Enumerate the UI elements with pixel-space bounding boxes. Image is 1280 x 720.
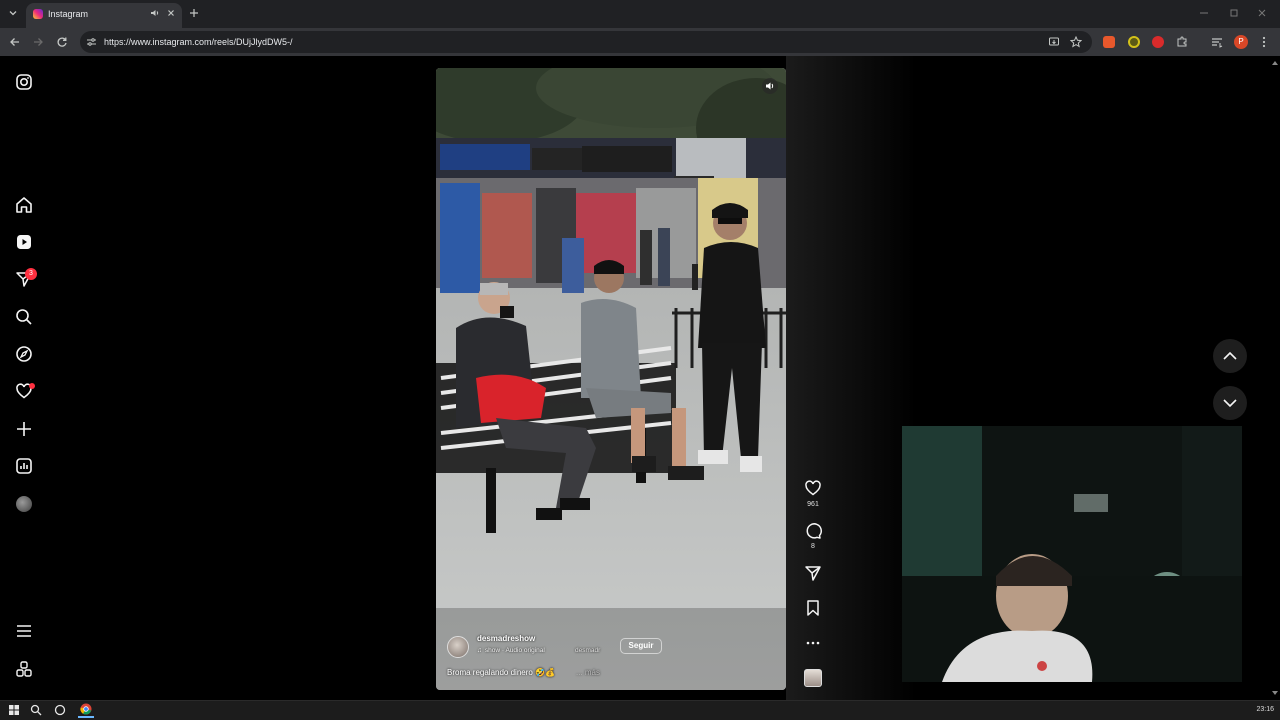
profile-avatar[interactable] [16, 496, 32, 512]
next-reel-button[interactable] [1213, 386, 1247, 420]
mute-toggle-button[interactable] [762, 78, 778, 94]
share-button[interactable] [803, 563, 823, 583]
comment-icon [806, 523, 822, 539]
search-icon[interactable] [14, 307, 34, 327]
minimize-window-icon[interactable] [1198, 8, 1210, 18]
volume-icon [766, 82, 774, 90]
restore-window-icon[interactable] [1228, 8, 1240, 18]
audio-tag[interactable]: desmadr [575, 647, 600, 654]
page-scrollbar[interactable] [1270, 56, 1280, 700]
author-avatar[interactable] [447, 636, 469, 658]
follow-button[interactable]: Seguir [620, 638, 662, 654]
tab-title: Instagram [48, 9, 89, 19]
reel-video[interactable] [436, 68, 786, 690]
start-menu-icon[interactable] [8, 704, 20, 716]
audio-info[interactable]: ♫ show · Audio original [477, 647, 545, 654]
scroll-down-arrow-icon[interactable] [1271, 690, 1279, 696]
os-taskbar [0, 700, 1280, 720]
tab-media-icon[interactable] [1211, 36, 1223, 48]
tab-audio-icon[interactable] [150, 8, 160, 18]
ellipsis-icon [806, 641, 820, 645]
notifications-dot [29, 383, 35, 389]
webcam-overlay [902, 426, 1242, 682]
reel-caption: Broma regalando dinero 🤣💰 [447, 668, 555, 677]
music-note-icon: ♫ [477, 647, 482, 654]
save-button[interactable] [803, 598, 823, 618]
like-button[interactable] [803, 478, 823, 498]
extension-badge-icon[interactable] [1128, 36, 1140, 48]
more-options-button[interactable] [803, 633, 823, 653]
previous-reel-button[interactable] [1213, 339, 1247, 373]
new-tab-icon[interactable] [189, 8, 199, 18]
more-menu-icon[interactable] [14, 621, 34, 641]
dashboard-icon[interactable] [14, 456, 34, 476]
heart-icon [805, 480, 821, 496]
home-icon[interactable] [14, 195, 34, 215]
explore-icon[interactable] [14, 344, 34, 364]
extensions-puzzle-icon[interactable] [1176, 36, 1188, 48]
chevron-up-icon [1223, 351, 1237, 360]
reload-icon[interactable] [56, 36, 68, 48]
back-icon[interactable] [9, 36, 21, 48]
task-view-icon[interactable] [54, 704, 66, 716]
forward-icon[interactable] [32, 36, 44, 48]
browser-menu-icon[interactable] [1260, 36, 1268, 48]
profile-avatar-button[interactable]: P [1234, 35, 1248, 49]
chrome-icon [80, 703, 92, 715]
send-icon [805, 566, 821, 581]
sidebar-nav: 3 [0, 56, 48, 700]
webcam-feed [902, 426, 1242, 682]
install-app-icon[interactable] [1048, 36, 1060, 48]
threads-icon[interactable] [14, 659, 34, 679]
create-icon[interactable] [14, 419, 34, 439]
instagram-favicon-icon [33, 9, 43, 19]
extension-fox-icon[interactable] [1103, 36, 1115, 48]
site-info-icon[interactable] [86, 37, 97, 47]
messages-badge: 3 [25, 268, 37, 280]
reels-icon[interactable] [14, 232, 34, 252]
audio-label: show · Audio original [484, 647, 545, 654]
system-clock[interactable]: 23:16 [1256, 706, 1274, 713]
comment-count: 8 [811, 543, 815, 550]
tab-close-icon[interactable] [166, 8, 176, 18]
chevron-down-icon [1223, 399, 1237, 408]
bookmark-star-icon[interactable] [1070, 36, 1082, 48]
bookmark-icon [807, 600, 819, 616]
comment-button[interactable] [803, 521, 823, 541]
scroll-up-arrow-icon[interactable] [1271, 60, 1279, 66]
extension-red-icon[interactable] [1152, 36, 1164, 48]
url-text[interactable]: https://www.instagram.com/reels/DUjJlydD… [104, 37, 293, 47]
caption-more-link[interactable]: ... más [576, 668, 600, 677]
taskbar-search-icon[interactable] [30, 704, 42, 716]
chrome-taskbar-button[interactable] [78, 702, 94, 718]
like-count: 961 [807, 501, 819, 508]
audio-thumbnail[interactable] [804, 669, 822, 687]
reel-video-frame [436, 68, 786, 690]
close-window-icon[interactable] [1256, 8, 1268, 18]
author-username[interactable]: desmadreshow [477, 634, 535, 643]
tab-search-chevron-icon[interactable] [8, 8, 18, 18]
instagram-logo-icon[interactable] [14, 72, 34, 92]
